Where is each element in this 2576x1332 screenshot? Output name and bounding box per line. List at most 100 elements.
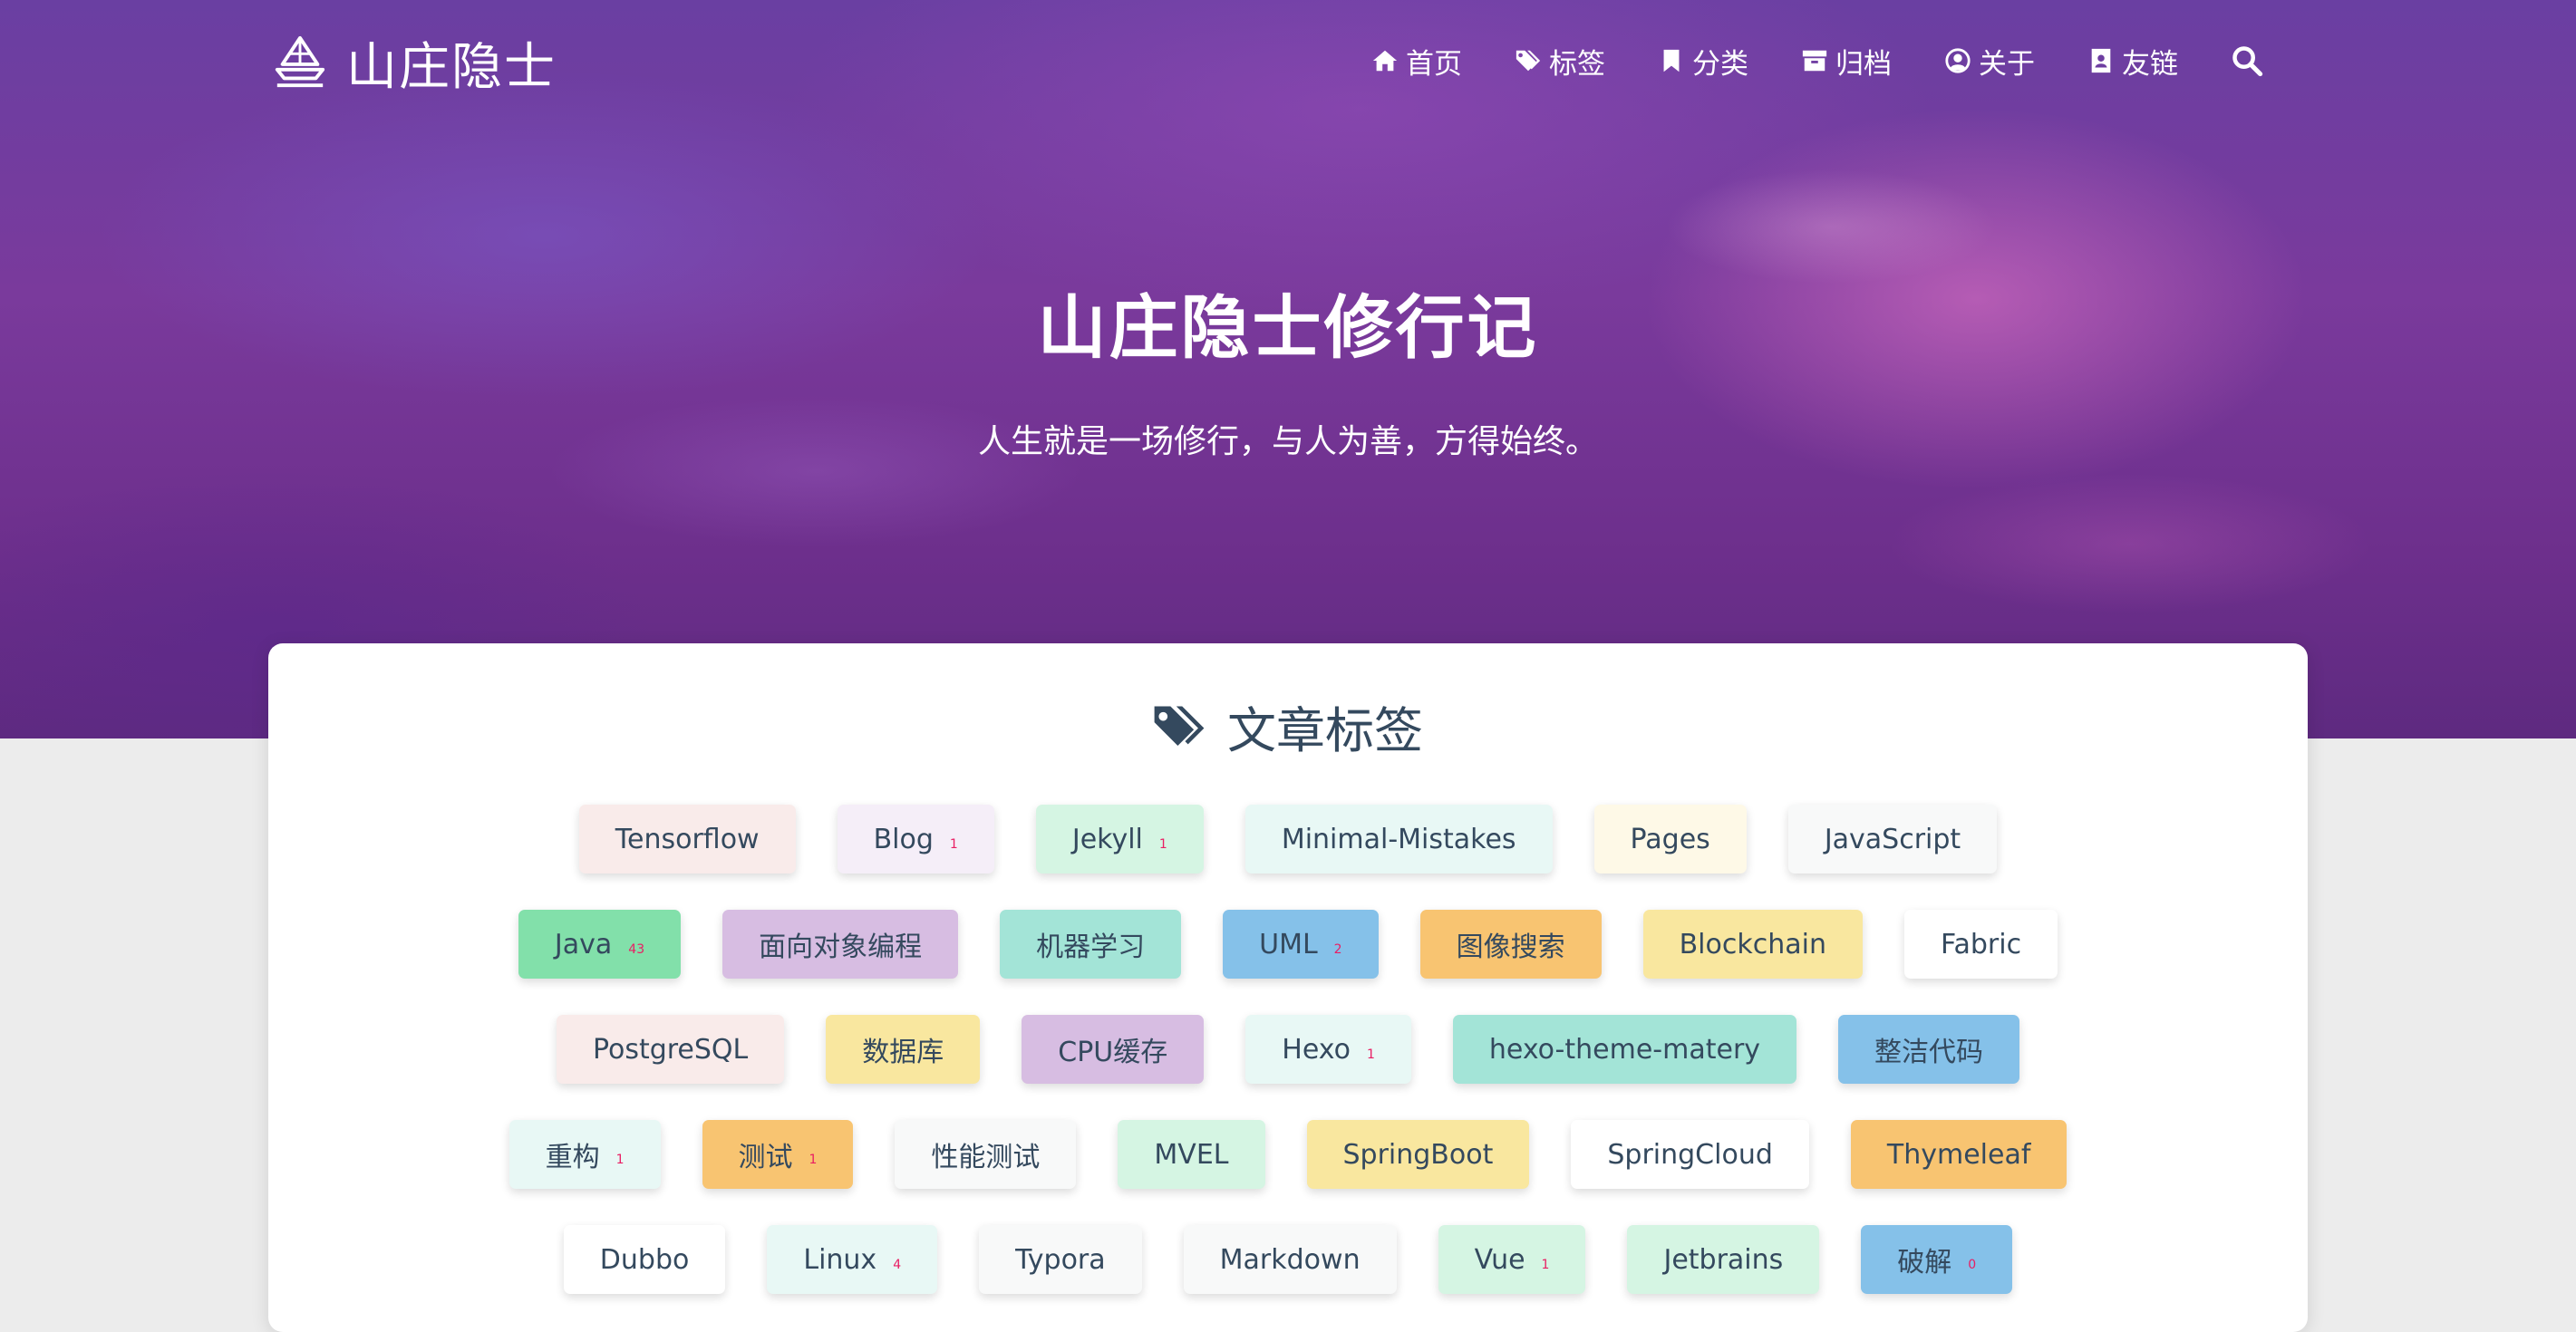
tag-name: Jekyll (1071, 823, 1143, 855)
site-subtitle: 人生就是一场修行，与人为善，方得始终。 (977, 423, 1598, 460)
tag-chip[interactable]: Markdown (1183, 1225, 1397, 1294)
tag-chip[interactable]: MVEL (1118, 1120, 1265, 1189)
tag-name: 整洁代码 (1874, 1037, 1984, 1068)
tags-icon (1154, 705, 1205, 746)
nav-item-label: 归档 (1835, 47, 1892, 81)
tag-row: Dubbo Linux 4 Typora Markdown Vue 1 Jetbrains 破解… (268, 1225, 2308, 1294)
tag-count: 1 (809, 1153, 818, 1167)
tag-chip[interactable]: Jekyll 1 (1035, 805, 1204, 874)
tag-chip[interactable]: Hexo 1 (1245, 1015, 1411, 1084)
nav-item-about[interactable]: 关于 (1944, 41, 2035, 82)
nav-item-home[interactable]: 首页 (1371, 41, 1462, 82)
tag-name: Minimal-Mistakes (1281, 823, 1516, 855)
tag-count: 4 (893, 1258, 902, 1272)
nav-item-label: 分类 (1692, 47, 1748, 81)
tag-name: 图像搜索 (1456, 931, 1565, 963)
tag-name: Fabric (1940, 928, 2022, 960)
tag-chip[interactable]: Tensorflow (578, 805, 796, 874)
tag-name: CPU缓存 (1058, 1037, 1168, 1068)
address-book-icon (2091, 48, 2111, 73)
tag-name: PostgreSQL (592, 1033, 749, 1066)
tag-chip[interactable]: Minimal-Mistakes (1244, 805, 1553, 874)
tag-name: 数据库 (862, 1037, 944, 1068)
tag-name: SpringBoot (1342, 1138, 1494, 1171)
tag-cloud: Tensorflow Blog 1 Jekyll 1 Minimal-Mistakes Pa… (268, 805, 2308, 1330)
tag-chip[interactable]: 测试 1 (702, 1120, 854, 1189)
tag-name: 机器学习 (1036, 931, 1146, 963)
bookmark-icon (1663, 49, 1680, 72)
navbar: 山庄隐士 首页 标签 分类 归档 关于 友链 (0, 0, 2576, 118)
tag-chip[interactable]: 重构 1 (508, 1120, 661, 1189)
nav-item-friends[interactable]: 友链 (2087, 41, 2178, 82)
tag-chip[interactable]: 面向对象编程 (722, 910, 959, 979)
tag-chip[interactable]: Blog 1 (837, 805, 994, 874)
tag-chip[interactable]: PostgreSQL (556, 1015, 785, 1084)
user-circle-icon (1945, 48, 1971, 73)
tag-name: 重构 (545, 1142, 600, 1173)
tag-chip[interactable]: 性能测试 (895, 1120, 1077, 1189)
tag-chip[interactable]: Jetbrains (1627, 1225, 1820, 1294)
section-title: 文章标签 (268, 690, 2308, 762)
tag-chip[interactable]: Typora (979, 1225, 1142, 1294)
nav-item-label: 关于 (1979, 47, 2035, 81)
tags-icon (1516, 50, 1541, 72)
tag-count: 43 (628, 942, 645, 957)
tag-name: 破解 (1897, 1247, 1952, 1279)
tag-name: Tensorflow (615, 823, 760, 855)
tag-chip[interactable]: SpringBoot (1306, 1120, 1530, 1189)
tag-row: Tensorflow Blog 1 Jekyll 1 Minimal-Mistakes Pa… (268, 805, 2308, 874)
tag-chip[interactable]: UML 2 (1223, 910, 1379, 979)
tag-name: SpringCloud (1607, 1138, 1773, 1171)
tag-chip[interactable]: Pages (1593, 805, 1747, 874)
tag-chip[interactable]: Fabric (1903, 910, 2058, 979)
search-button[interactable] (2231, 44, 2263, 77)
tag-chip[interactable]: Dubbo (563, 1225, 726, 1294)
tag-row: PostgreSQL 数据库 CPU缓存 Hexo 1 hexo-theme-matery… (268, 1015, 2308, 1084)
tag-name: Linux (803, 1243, 877, 1276)
tag-chip[interactable]: 图像搜索 (1419, 910, 1602, 979)
tag-name: Markdown (1219, 1243, 1361, 1276)
tag-chip[interactable]: Linux 4 (767, 1225, 938, 1294)
tags-card: 文章标签 Tensorflow Blog 1 Jekyll 1 Minimal-Mista… (268, 643, 2308, 1332)
tag-chip[interactable]: SpringCloud (1571, 1120, 1809, 1189)
tag-chip[interactable]: 数据库 (826, 1015, 981, 1084)
main-nav: 首页 标签 分类 归档 关于 友链 (1371, 38, 2263, 83)
tag-chip[interactable]: Vue 1 (1438, 1225, 1586, 1294)
tag-name: MVEL (1154, 1138, 1229, 1171)
brand-name: 山庄隐士 (346, 37, 557, 97)
brand-link[interactable]: 山庄隐士 (272, 31, 557, 97)
tag-count: 0 (1968, 1258, 1977, 1272)
tag-row: Java 43 面向对象编程 机器学习 UML 2 图像搜索 Blockchain Fabric (268, 910, 2308, 979)
tag-name: Pages (1630, 823, 1710, 855)
tag-name: Java (554, 928, 613, 960)
tag-count: 1 (949, 837, 958, 852)
tag-chip[interactable]: 机器学习 (1000, 910, 1182, 979)
nav-item-archives[interactable]: 归档 (1801, 41, 1892, 82)
tag-name: 性能测试 (931, 1142, 1041, 1173)
tag-chip[interactable]: Blockchain (1642, 910, 1863, 979)
tag-chip[interactable]: 破解 0 (1861, 1225, 2013, 1294)
tag-count: 1 (1158, 837, 1167, 852)
tag-name: Thymeleaf (1886, 1138, 2031, 1171)
tag-name: Blockchain (1679, 928, 1826, 960)
tag-chip[interactable]: Java 43 (518, 910, 682, 979)
nav-item-label: 友链 (2122, 47, 2178, 81)
tag-name: Blog (873, 823, 934, 855)
tag-chip[interactable]: JavaScript (1787, 805, 1998, 874)
tag-chip[interactable]: hexo-theme-matery (1452, 1015, 1797, 1084)
tag-chip[interactable]: Thymeleaf (1850, 1120, 2068, 1189)
home-icon (1372, 50, 1398, 72)
tag-name: Vue (1474, 1243, 1525, 1276)
tag-count: 2 (1333, 942, 1342, 957)
tag-name: 面向对象编程 (759, 931, 923, 963)
nav-item-categories[interactable]: 分类 (1658, 41, 1748, 82)
tag-name: Dubbo (599, 1243, 690, 1276)
nav-item-tags[interactable]: 标签 (1515, 41, 1605, 82)
tag-chip[interactable]: 整洁代码 (1838, 1015, 2020, 1084)
section-title-text: 文章标签 (1227, 702, 1423, 759)
tag-name: UML (1259, 928, 1318, 960)
nav-item-label: 首页 (1406, 47, 1462, 81)
tag-chip[interactable]: CPU缓存 (1022, 1015, 1205, 1084)
nav-item-label: 标签 (1549, 47, 1605, 81)
tag-name: 测试 (738, 1142, 793, 1173)
